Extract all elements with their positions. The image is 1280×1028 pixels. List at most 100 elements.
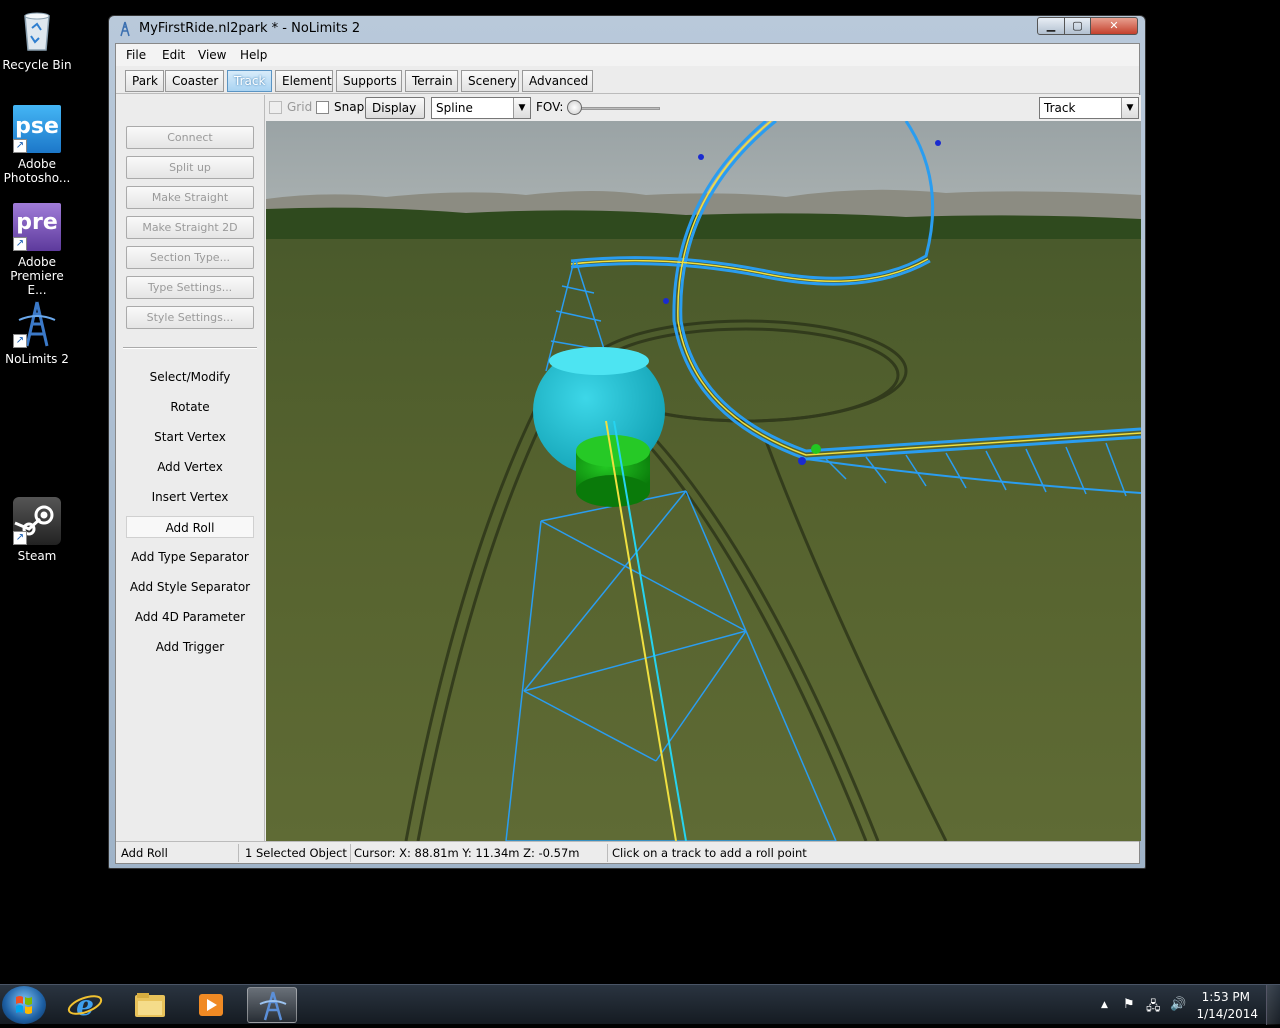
steam-icon: ↗ — [13, 497, 61, 545]
tab-element[interactable]: Element — [275, 70, 333, 92]
fov-slider-handle[interactable] — [567, 100, 582, 115]
status-hint: Click on a track to add a roll point — [612, 846, 807, 860]
nolimits-icon — [259, 991, 287, 1021]
type-settings-button[interactable]: Type Settings... — [126, 276, 254, 299]
recycle-bin-icon — [13, 6, 61, 54]
status-mode: Add Roll — [117, 844, 239, 862]
clock-time: 1:53 PM — [1201, 990, 1250, 1004]
chevron-down-icon[interactable]: ▼ — [513, 98, 530, 118]
display-button[interactable]: Display — [365, 97, 425, 119]
desktop-icon-label: NoLimits 2 — [5, 352, 69, 366]
3d-viewport[interactable] — [266, 121, 1141, 841]
make-straight-button[interactable]: Make Straight — [126, 186, 254, 209]
show-desktop-button[interactable] — [1266, 985, 1280, 1025]
chevron-down-icon[interactable]: ▼ — [1121, 98, 1138, 118]
nolimits-icon: ↗ — [13, 300, 61, 348]
status-cursor-coordinates: Cursor: X: 88.81m Y: 11.34m Z: -0.57m — [350, 844, 608, 862]
maximize-button[interactable]: ▢ — [1064, 17, 1091, 35]
tab-coaster[interactable]: Coaster — [165, 70, 224, 92]
status-selection: 1 Selected Object — [241, 844, 351, 862]
menu-view[interactable]: View — [198, 48, 226, 62]
tool-add-trigger[interactable]: Add Trigger — [126, 636, 254, 658]
media-player-icon — [199, 994, 223, 1016]
grid-label: Grid — [287, 100, 313, 114]
tool-add-roll[interactable]: Add Roll — [126, 516, 254, 538]
tool-add-vertex[interactable]: Add Vertex — [126, 456, 254, 478]
tool-add-type-separator[interactable]: Add Type Separator — [126, 546, 254, 568]
desktop-icon-nolimits[interactable]: ↗ NoLimits 2 — [0, 300, 74, 366]
nolimits-window: MyFirstRide.nl2park * - NoLimits 2 ▁ ▢ ✕… — [108, 15, 1146, 869]
tab-bar: Park Coaster Track Element Supports Terr… — [116, 66, 1139, 94]
tool-start-vertex[interactable]: Start Vertex — [126, 426, 254, 448]
menu-file[interactable]: File — [126, 48, 146, 62]
fov-label: FOV: — [536, 100, 564, 114]
track-tools-sidebar: Connect Split up Make Straight Make Stra… — [116, 95, 265, 841]
photoshop-elements-icon: pse ↗ — [13, 105, 61, 153]
close-button[interactable]: ✕ — [1090, 17, 1138, 35]
desktop-icon-label: Recycle Bin — [2, 58, 72, 72]
svg-text:e: e — [76, 989, 94, 1022]
desktop-icon-steam[interactable]: ↗ Steam — [0, 497, 74, 563]
shortcut-arrow-icon: ↗ — [13, 531, 27, 545]
tool-insert-vertex[interactable]: Insert Vertex — [126, 486, 254, 508]
tab-track[interactable]: Track — [227, 70, 272, 92]
status-bar: Add Roll 1 Selected Object Cursor: X: 88… — [116, 841, 1139, 863]
network-icon[interactable]: 🖧 — [1146, 997, 1161, 1019]
style-settings-button[interactable]: Style Settings... — [126, 306, 254, 329]
tool-rotate[interactable]: Rotate — [126, 396, 254, 418]
split-up-button[interactable]: Split up — [126, 156, 254, 179]
window-title: MyFirstRide.nl2park * - NoLimits 2 — [139, 21, 361, 36]
desktop-icon-label: Steam — [17, 549, 57, 563]
spline-select-value: Spline — [436, 101, 473, 115]
tab-terrain[interactable]: Terrain — [405, 70, 458, 92]
menu-edit[interactable]: Edit — [162, 48, 185, 62]
sidebar-divider — [123, 347, 257, 349]
green-support-cylinder — [576, 435, 650, 507]
make-straight-2d-button[interactable]: Make Straight 2D — [126, 216, 254, 239]
view-mode-value: Track — [1044, 101, 1076, 115]
grid-checkbox[interactable] — [269, 101, 282, 114]
snap-checkbox[interactable] — [316, 101, 329, 114]
viewport-toolbar: Grid Snap Display Spline ▼ FOV: Track ▼ — [266, 95, 1141, 121]
tray-show-hidden-icon[interactable]: ▲ — [1101, 1000, 1108, 1010]
spline-select[interactable]: Spline ▼ — [431, 97, 531, 119]
shortcut-arrow-icon: ↗ — [13, 139, 27, 153]
windows-logo-icon — [16, 996, 32, 1014]
client-area: File Edit View Help Park Coaster Track E… — [115, 43, 1141, 864]
snap-label: Snap — [334, 100, 365, 114]
fov-slider-track[interactable] — [570, 107, 660, 110]
tab-advanced[interactable]: Advanced — [522, 70, 593, 92]
folder-icon — [135, 993, 165, 1017]
section-type-button[interactable]: Section Type... — [126, 246, 254, 269]
tool-add-4d-parameter[interactable]: Add 4D Parameter — [126, 606, 254, 628]
tool-select-modify[interactable]: Select/Modify — [126, 366, 254, 388]
title-bar[interactable]: MyFirstRide.nl2park * - NoLimits 2 ▁ ▢ ✕ — [109, 16, 1145, 42]
desktop-icon-label: Adobe Photosho... — [3, 157, 71, 185]
menu-bar: File Edit View Help — [116, 44, 1139, 66]
tool-add-style-separator[interactable]: Add Style Separator — [126, 576, 254, 598]
tab-supports[interactable]: Supports — [336, 70, 402, 92]
connect-button[interactable]: Connect — [126, 126, 254, 149]
menu-help[interactable]: Help — [240, 48, 267, 62]
taskbar-internet-explorer[interactable]: e — [60, 987, 110, 1023]
shortcut-arrow-icon: ↗ — [13, 334, 27, 348]
shortcut-arrow-icon: ↗ — [13, 237, 27, 251]
tab-park[interactable]: Park — [125, 70, 164, 92]
clock-date: 1/14/2014 — [1196, 1007, 1258, 1021]
desktop-icon-label: Adobe Premiere E... — [10, 255, 64, 297]
taskbar-nolimits[interactable] — [247, 987, 297, 1023]
scene-render — [266, 121, 1141, 841]
taskbar-media-player[interactable] — [186, 987, 236, 1023]
tab-scenery[interactable]: Scenery — [461, 70, 519, 92]
desktop-icon-recycle-bin[interactable]: Recycle Bin — [0, 6, 74, 72]
premiere-elements-icon: pre ↗ — [13, 203, 61, 251]
internet-explorer-icon: e — [67, 989, 103, 1022]
volume-icon[interactable]: 🔊 — [1170, 997, 1186, 1012]
action-center-flag-icon[interactable]: ⚑ — [1123, 997, 1135, 1012]
taskbar-file-explorer[interactable] — [125, 987, 175, 1023]
view-mode-select[interactable]: Track ▼ — [1039, 97, 1139, 119]
minimize-button[interactable]: ▁ — [1037, 17, 1065, 35]
desktop-icon-premiere[interactable]: pre ↗ Adobe Premiere E... — [0, 203, 74, 297]
desktop-icon-photoshop[interactable]: pse ↗ Adobe Photosho... — [0, 105, 74, 185]
start-button[interactable] — [2, 986, 46, 1024]
